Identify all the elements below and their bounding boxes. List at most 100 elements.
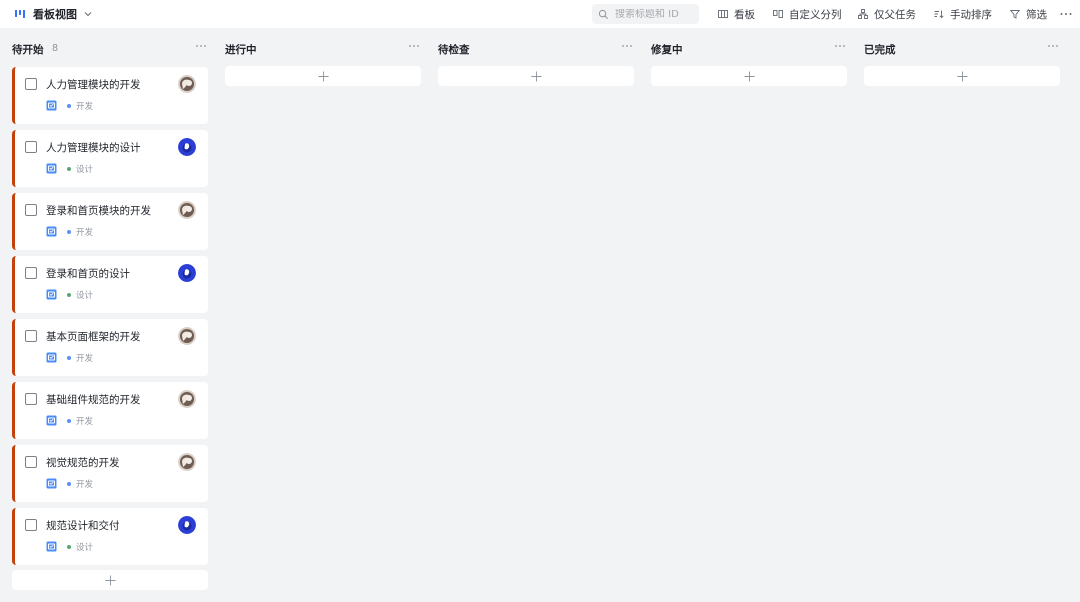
tag-dot: [67, 545, 71, 549]
task-title: 规范设计和交付: [46, 520, 120, 532]
tag-dot: [67, 167, 71, 171]
add-task-button[interactable]: [225, 66, 421, 86]
task-checkbox[interactable]: [25, 267, 37, 279]
column-fixing: 修复中: [651, 28, 847, 86]
task-card[interactable]: 登录和首页的设计 设计: [12, 256, 208, 313]
board-layout-button[interactable]: 看板: [718, 0, 755, 28]
task-card[interactable]: 基本页面框架的开发 开发: [12, 319, 208, 376]
column-todo: 待开始 8 人力管理模块的开发 开发 人力管理模块的设计 设计 登录和首页模块的…: [12, 28, 208, 590]
column-more-icon[interactable]: [407, 40, 421, 50]
task-tag: 开发: [76, 480, 94, 490]
tag-dot: [67, 482, 71, 486]
view-title: 看板视图: [33, 8, 77, 21]
task-type-icon: [46, 415, 57, 426]
tag-dot: [67, 356, 71, 360]
add-task-button[interactable]: [864, 66, 1060, 86]
plus-icon: [317, 70, 329, 82]
column-more-icon[interactable]: [1046, 40, 1060, 50]
task-checkbox[interactable]: [25, 204, 37, 216]
column-review: 待检查: [438, 28, 634, 86]
custom-columns-button[interactable]: 自定义分列: [773, 0, 842, 28]
column-more-icon[interactable]: [194, 40, 208, 50]
tag-dot: [67, 293, 71, 297]
task-checkbox[interactable]: [25, 456, 37, 468]
task-tag: 设计: [76, 165, 94, 175]
task-type-icon: [46, 541, 57, 552]
tag-dot: [67, 419, 71, 423]
add-task-button[interactable]: [438, 66, 634, 86]
avatar-b[interactable]: [178, 264, 196, 282]
parent-task-label: 仅父任务: [874, 8, 916, 21]
task-checkbox[interactable]: [25, 393, 37, 405]
task-title: 视觉规范的开发: [46, 457, 120, 469]
task-card[interactable]: 规范设计和交付 设计: [12, 508, 208, 565]
tag-dot: [67, 230, 71, 234]
more-options-button[interactable]: [1060, 0, 1072, 28]
task-checkbox[interactable]: [25, 141, 37, 153]
add-task-button[interactable]: [12, 570, 208, 590]
task-tag: 设计: [76, 291, 94, 301]
task-title: 基本页面框架的开发: [46, 331, 141, 343]
search-input[interactable]: [615, 8, 695, 20]
task-card[interactable]: 登录和首页模块的开发 开发: [12, 193, 208, 250]
avatar-a[interactable]: [178, 75, 196, 93]
task-type-icon: [46, 226, 57, 237]
avatar-a[interactable]: [178, 390, 196, 408]
column-in-progress: 进行中: [225, 28, 421, 86]
task-checkbox[interactable]: [25, 330, 37, 342]
column-header: 已完成: [864, 28, 1060, 70]
plus-icon: [530, 70, 542, 82]
avatar-a[interactable]: [178, 327, 196, 345]
column-title: 修复中: [651, 44, 683, 56]
add-task-button[interactable]: [651, 66, 847, 86]
column-header: 进行中: [225, 28, 421, 70]
column-header: 待检查: [438, 28, 634, 70]
parent-task-icon: [858, 9, 868, 19]
task-tag: 开发: [76, 417, 94, 427]
column-title: 已完成: [864, 44, 896, 56]
search-icon: [598, 9, 608, 19]
column-more-icon[interactable]: [620, 40, 634, 50]
parent-task-button[interactable]: 仅父任务: [858, 0, 916, 28]
column-title: 待检查: [438, 44, 470, 56]
avatar-b[interactable]: [178, 138, 196, 156]
task-checkbox[interactable]: [25, 519, 37, 531]
task-type-icon: [46, 163, 57, 174]
kanban-view-icon: [14, 8, 26, 20]
task-checkbox[interactable]: [25, 78, 37, 90]
plus-icon: [104, 574, 116, 586]
task-tag: 开发: [76, 102, 94, 112]
task-title: 基础组件规范的开发: [46, 394, 141, 406]
column-title: 进行中: [225, 44, 257, 56]
avatar-a[interactable]: [178, 453, 196, 471]
tag-dot: [67, 104, 71, 108]
task-type-icon: [46, 100, 57, 111]
more-icon: [1060, 13, 1072, 15]
task-title: 登录和首页的设计: [46, 268, 130, 280]
chevron-down-icon: [83, 9, 93, 19]
task-title: 人力管理模块的设计: [46, 142, 141, 154]
column-header: 待开始 8: [12, 28, 208, 70]
view-switcher[interactable]: 看板视图: [14, 6, 93, 22]
task-card[interactable]: 人力管理模块的设计 设计: [12, 130, 208, 187]
sort-button[interactable]: 手动排序: [934, 0, 992, 28]
task-card[interactable]: 基础组件规范的开发 开发: [12, 382, 208, 439]
board-layout-icon: [718, 10, 728, 18]
task-tag: 设计: [76, 543, 94, 553]
search-box[interactable]: [592, 4, 699, 24]
plus-icon: [743, 70, 755, 82]
column-count: 8: [52, 43, 59, 54]
task-title: 人力管理模块的开发: [46, 79, 141, 91]
avatar-b[interactable]: [178, 516, 196, 534]
task-type-icon: [46, 289, 57, 300]
task-card[interactable]: 视觉规范的开发 开发: [12, 445, 208, 502]
sort-icon: [934, 10, 944, 19]
custom-columns-label: 自定义分列: [789, 8, 842, 21]
avatar-a[interactable]: [178, 201, 196, 219]
task-type-icon: [46, 478, 57, 489]
filter-button[interactable]: 筛选: [1010, 0, 1047, 28]
column-more-icon[interactable]: [833, 40, 847, 50]
task-card[interactable]: 人力管理模块的开发 开发: [12, 67, 208, 124]
task-tag: 开发: [76, 228, 94, 238]
custom-columns-icon: [773, 10, 783, 18]
